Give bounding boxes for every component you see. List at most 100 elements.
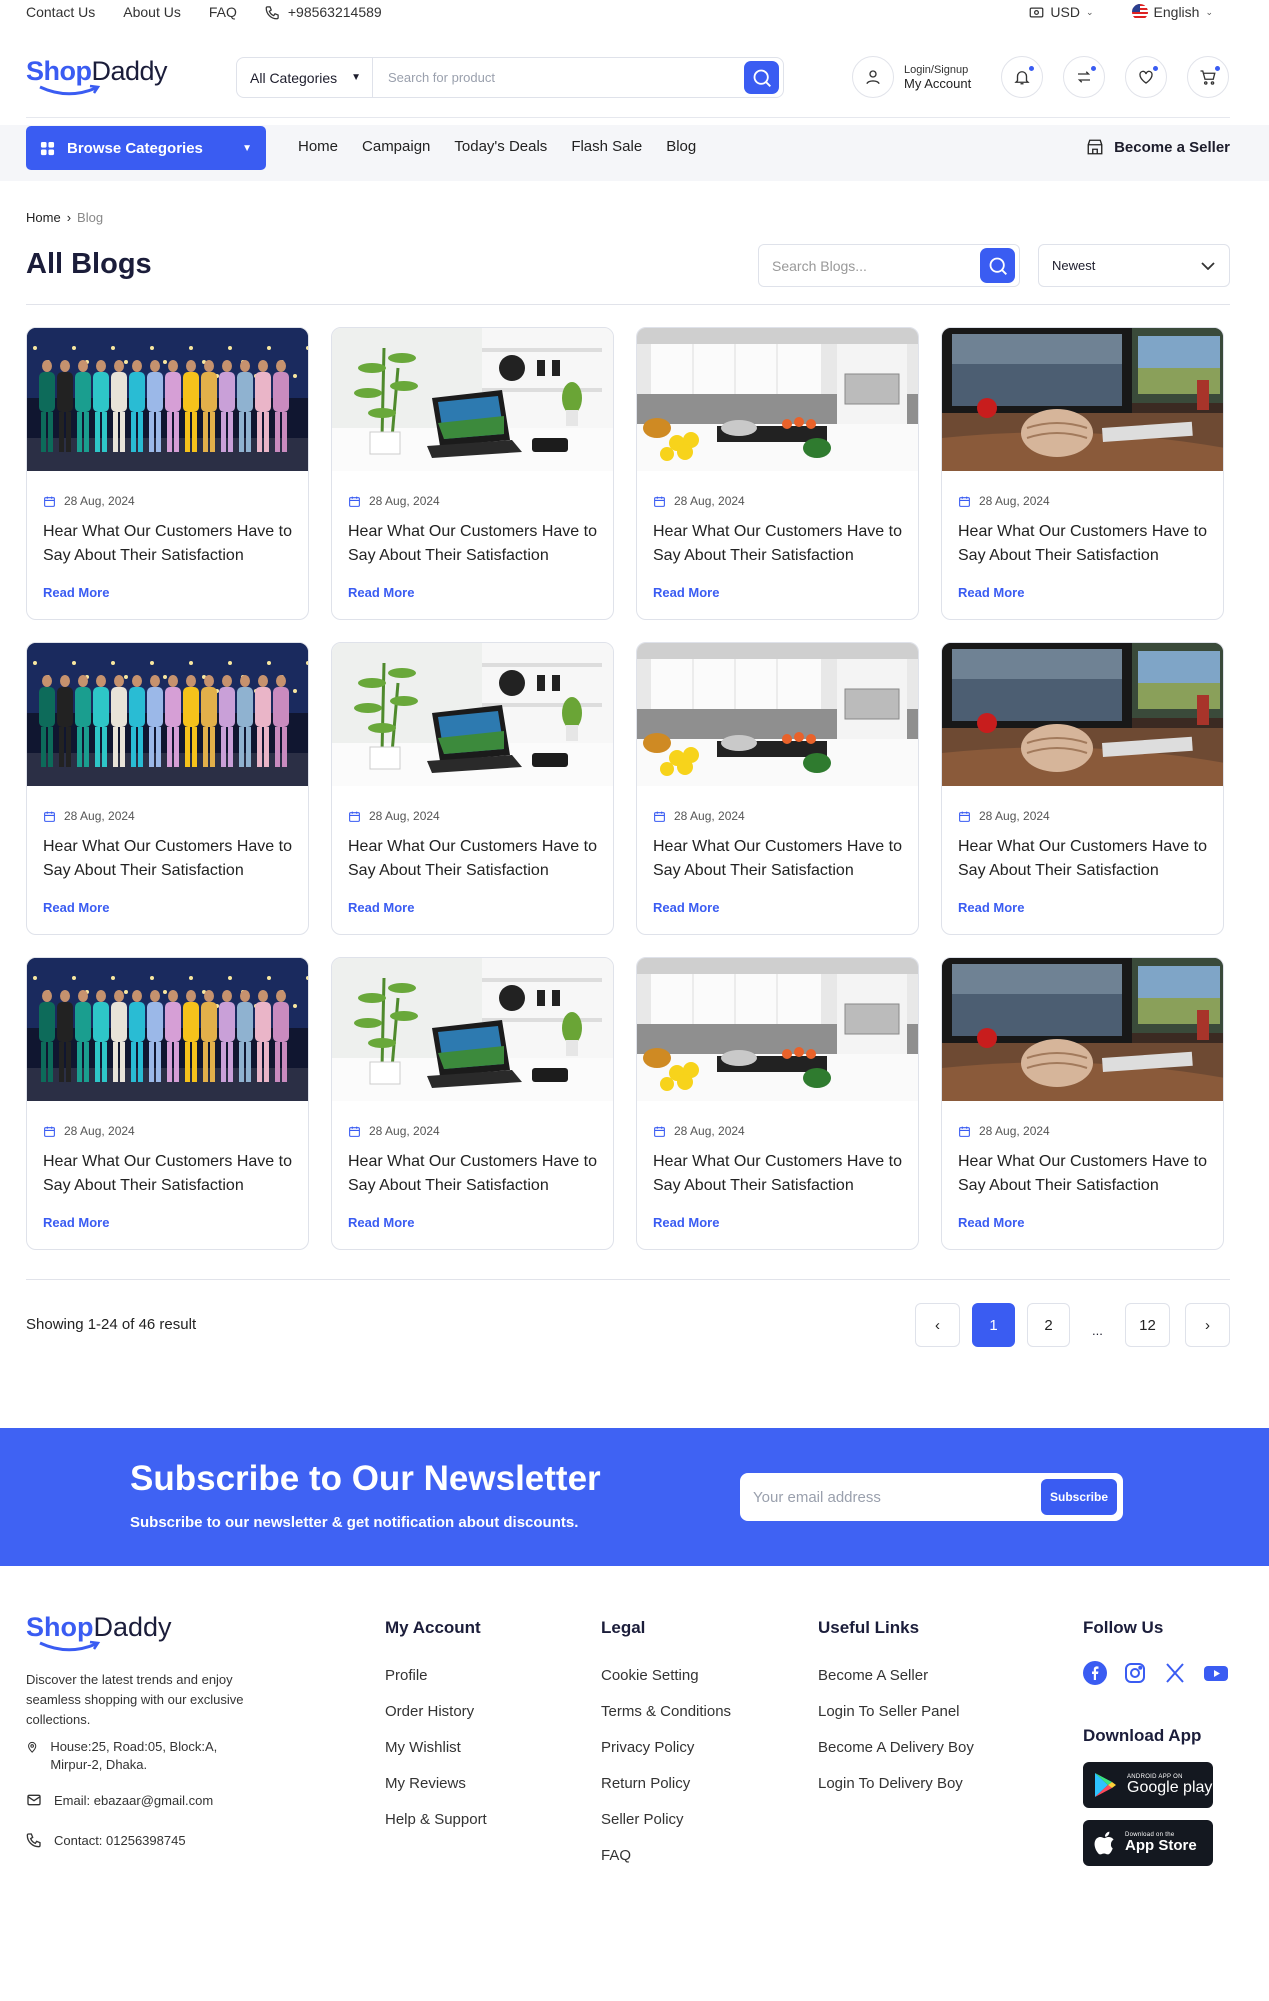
- footer-link-seller-policy[interactable]: Seller Policy: [601, 1802, 731, 1838]
- blog-card[interactable]: 28 Aug, 2024 Hear What Our Customers Hav…: [636, 327, 919, 620]
- blog-thumbnail[interactable]: [942, 643, 1223, 786]
- blog-title[interactable]: Hear What Our Customers Have to Say Abou…: [43, 1150, 298, 1198]
- read-more-link[interactable]: Read More: [43, 585, 109, 600]
- blog-thumbnail[interactable]: [27, 643, 308, 786]
- blog-title[interactable]: Hear What Our Customers Have to Say Abou…: [43, 835, 298, 883]
- language-selector[interactable]: English ⌄: [1131, 4, 1213, 20]
- read-more-link[interactable]: Read More: [43, 900, 109, 915]
- contact-us-link[interactable]: Contact Us: [26, 4, 95, 20]
- blog-search-button[interactable]: [980, 248, 1015, 283]
- read-more-link[interactable]: Read More: [653, 585, 719, 600]
- read-more-link[interactable]: Read More: [958, 1215, 1024, 1230]
- faq-link[interactable]: FAQ: [209, 4, 237, 20]
- youtube-icon[interactable]: [1203, 1661, 1229, 1685]
- read-more-link[interactable]: Read More: [958, 900, 1024, 915]
- footer-link-help[interactable]: Help & Support: [385, 1802, 487, 1838]
- footer-email[interactable]: Email: ebazaar@gmail.com: [54, 1792, 213, 1810]
- category-dropdown[interactable]: All Categories ▼: [237, 58, 373, 97]
- footer-link-delivery-boy[interactable]: Become A Delivery Boy: [818, 1730, 974, 1766]
- footer-link-profile[interactable]: Profile: [385, 1658, 487, 1694]
- read-more-link[interactable]: Read More: [348, 1215, 414, 1230]
- read-more-link[interactable]: Read More: [653, 900, 719, 915]
- footer-logo[interactable]: ShopDaddy: [26, 1612, 172, 1643]
- blog-card[interactable]: 28 Aug, 2024 Hear What Our Customers Hav…: [26, 327, 309, 620]
- logo[interactable]: ShopDaddy: [26, 56, 168, 87]
- nav-home[interactable]: Home: [298, 138, 338, 155]
- blog-title[interactable]: Hear What Our Customers Have to Say Abou…: [348, 520, 603, 568]
- footer-link-terms[interactable]: Terms & Conditions: [601, 1694, 731, 1730]
- prev-page-button[interactable]: ‹: [915, 1303, 960, 1347]
- footer-link-delivery-login[interactable]: Login To Delivery Boy: [818, 1766, 974, 1802]
- blog-card[interactable]: 28 Aug, 2024 Hear What Our Customers Hav…: [331, 642, 614, 935]
- app-store-button[interactable]: Download on the App Store: [1083, 1820, 1213, 1866]
- notification-button[interactable]: [1001, 56, 1043, 98]
- blog-thumbnail[interactable]: [27, 958, 308, 1101]
- blog-card[interactable]: 28 Aug, 2024 Hear What Our Customers Hav…: [636, 642, 919, 935]
- blog-search-input[interactable]: Search Blogs...: [759, 258, 980, 274]
- footer-link-privacy[interactable]: Privacy Policy: [601, 1730, 731, 1766]
- footer-link-seller-panel[interactable]: Login To Seller Panel: [818, 1694, 974, 1730]
- footer-link-become-seller[interactable]: Become A Seller: [818, 1658, 974, 1694]
- subscribe-button[interactable]: Subscribe: [1041, 1479, 1117, 1515]
- blog-card[interactable]: 28 Aug, 2024 Hear What Our Customers Hav…: [331, 957, 614, 1250]
- blog-card[interactable]: 28 Aug, 2024 Hear What Our Customers Hav…: [331, 327, 614, 620]
- x-twitter-icon[interactable]: [1163, 1661, 1187, 1685]
- compare-button[interactable]: [1063, 56, 1105, 98]
- facebook-icon[interactable]: [1083, 1661, 1107, 1685]
- next-page-button[interactable]: ›: [1185, 1303, 1230, 1347]
- blog-title[interactable]: Hear What Our Customers Have to Say Abou…: [43, 520, 298, 568]
- blog-card[interactable]: 28 Aug, 2024 Hear What Our Customers Hav…: [26, 957, 309, 1250]
- read-more-link[interactable]: Read More: [348, 585, 414, 600]
- blog-thumbnail[interactable]: [942, 328, 1223, 471]
- nav-campaign[interactable]: Campaign: [362, 138, 430, 155]
- read-more-link[interactable]: Read More: [348, 900, 414, 915]
- blog-title[interactable]: Hear What Our Customers Have to Say Abou…: [653, 835, 908, 883]
- blog-title[interactable]: Hear What Our Customers Have to Say Abou…: [653, 1150, 908, 1198]
- browse-categories-button[interactable]: Browse Categories ▼: [26, 126, 266, 170]
- page-1-button[interactable]: 1: [972, 1303, 1015, 1347]
- blog-thumbnail[interactable]: [942, 958, 1223, 1101]
- footer-contact[interactable]: Contact: 01256398745: [54, 1832, 186, 1850]
- footer-link-cookie[interactable]: Cookie Setting: [601, 1658, 731, 1694]
- read-more-link[interactable]: Read More: [43, 1215, 109, 1230]
- blog-title[interactable]: Hear What Our Customers Have to Say Abou…: [348, 835, 603, 883]
- read-more-link[interactable]: Read More: [958, 585, 1024, 600]
- blog-title[interactable]: Hear What Our Customers Have to Say Abou…: [958, 520, 1213, 568]
- breadcrumb-home[interactable]: Home: [26, 210, 61, 225]
- blog-title[interactable]: Hear What Our Customers Have to Say Abou…: [653, 520, 908, 568]
- footer-link-return[interactable]: Return Policy: [601, 1766, 731, 1802]
- blog-title[interactable]: Hear What Our Customers Have to Say Abou…: [958, 835, 1213, 883]
- nav-todays-deals[interactable]: Today's Deals: [454, 138, 547, 155]
- sort-dropdown[interactable]: Newest: [1038, 244, 1230, 287]
- page-12-button[interactable]: 12: [1125, 1303, 1170, 1347]
- nav-blog[interactable]: Blog: [666, 138, 696, 155]
- blog-card[interactable]: 28 Aug, 2024 Hear What Our Customers Hav…: [941, 642, 1224, 935]
- phone-number[interactable]: +98563214589: [288, 4, 382, 20]
- about-us-link[interactable]: About Us: [123, 4, 181, 20]
- product-search-input[interactable]: Search for product: [373, 70, 744, 85]
- blog-thumbnail[interactable]: [637, 328, 918, 471]
- footer-link-wishlist[interactable]: My Wishlist: [385, 1730, 487, 1766]
- blog-thumbnail[interactable]: [27, 328, 308, 471]
- blog-card[interactable]: 28 Aug, 2024 Hear What Our Customers Hav…: [941, 327, 1224, 620]
- blog-title[interactable]: Hear What Our Customers Have to Say Abou…: [348, 1150, 603, 1198]
- account-menu[interactable]: Login/Signup My Account: [852, 56, 971, 98]
- wishlist-button[interactable]: [1125, 56, 1167, 98]
- blog-thumbnail[interactable]: [332, 328, 613, 471]
- instagram-icon[interactable]: [1123, 1661, 1147, 1685]
- blog-card[interactable]: 28 Aug, 2024 Hear What Our Customers Hav…: [636, 957, 919, 1250]
- blog-thumbnail[interactable]: [637, 958, 918, 1101]
- become-seller-link[interactable]: Become a Seller: [1086, 138, 1230, 156]
- blog-thumbnail[interactable]: [332, 643, 613, 786]
- blog-thumbnail[interactable]: [637, 643, 918, 786]
- footer-link-reviews[interactable]: My Reviews: [385, 1766, 487, 1802]
- footer-link-order-history[interactable]: Order History: [385, 1694, 487, 1730]
- blog-thumbnail[interactable]: [332, 958, 613, 1101]
- read-more-link[interactable]: Read More: [653, 1215, 719, 1230]
- footer-link-faq[interactable]: FAQ: [601, 1838, 731, 1874]
- currency-selector[interactable]: USD ⌄: [1029, 4, 1094, 20]
- google-play-button[interactable]: ANDROID APP ON Google play: [1083, 1762, 1213, 1808]
- newsletter-email-input[interactable]: Your email address: [743, 1489, 1041, 1506]
- blog-title[interactable]: Hear What Our Customers Have to Say Abou…: [958, 1150, 1213, 1198]
- blog-card[interactable]: 28 Aug, 2024 Hear What Our Customers Hav…: [941, 957, 1224, 1250]
